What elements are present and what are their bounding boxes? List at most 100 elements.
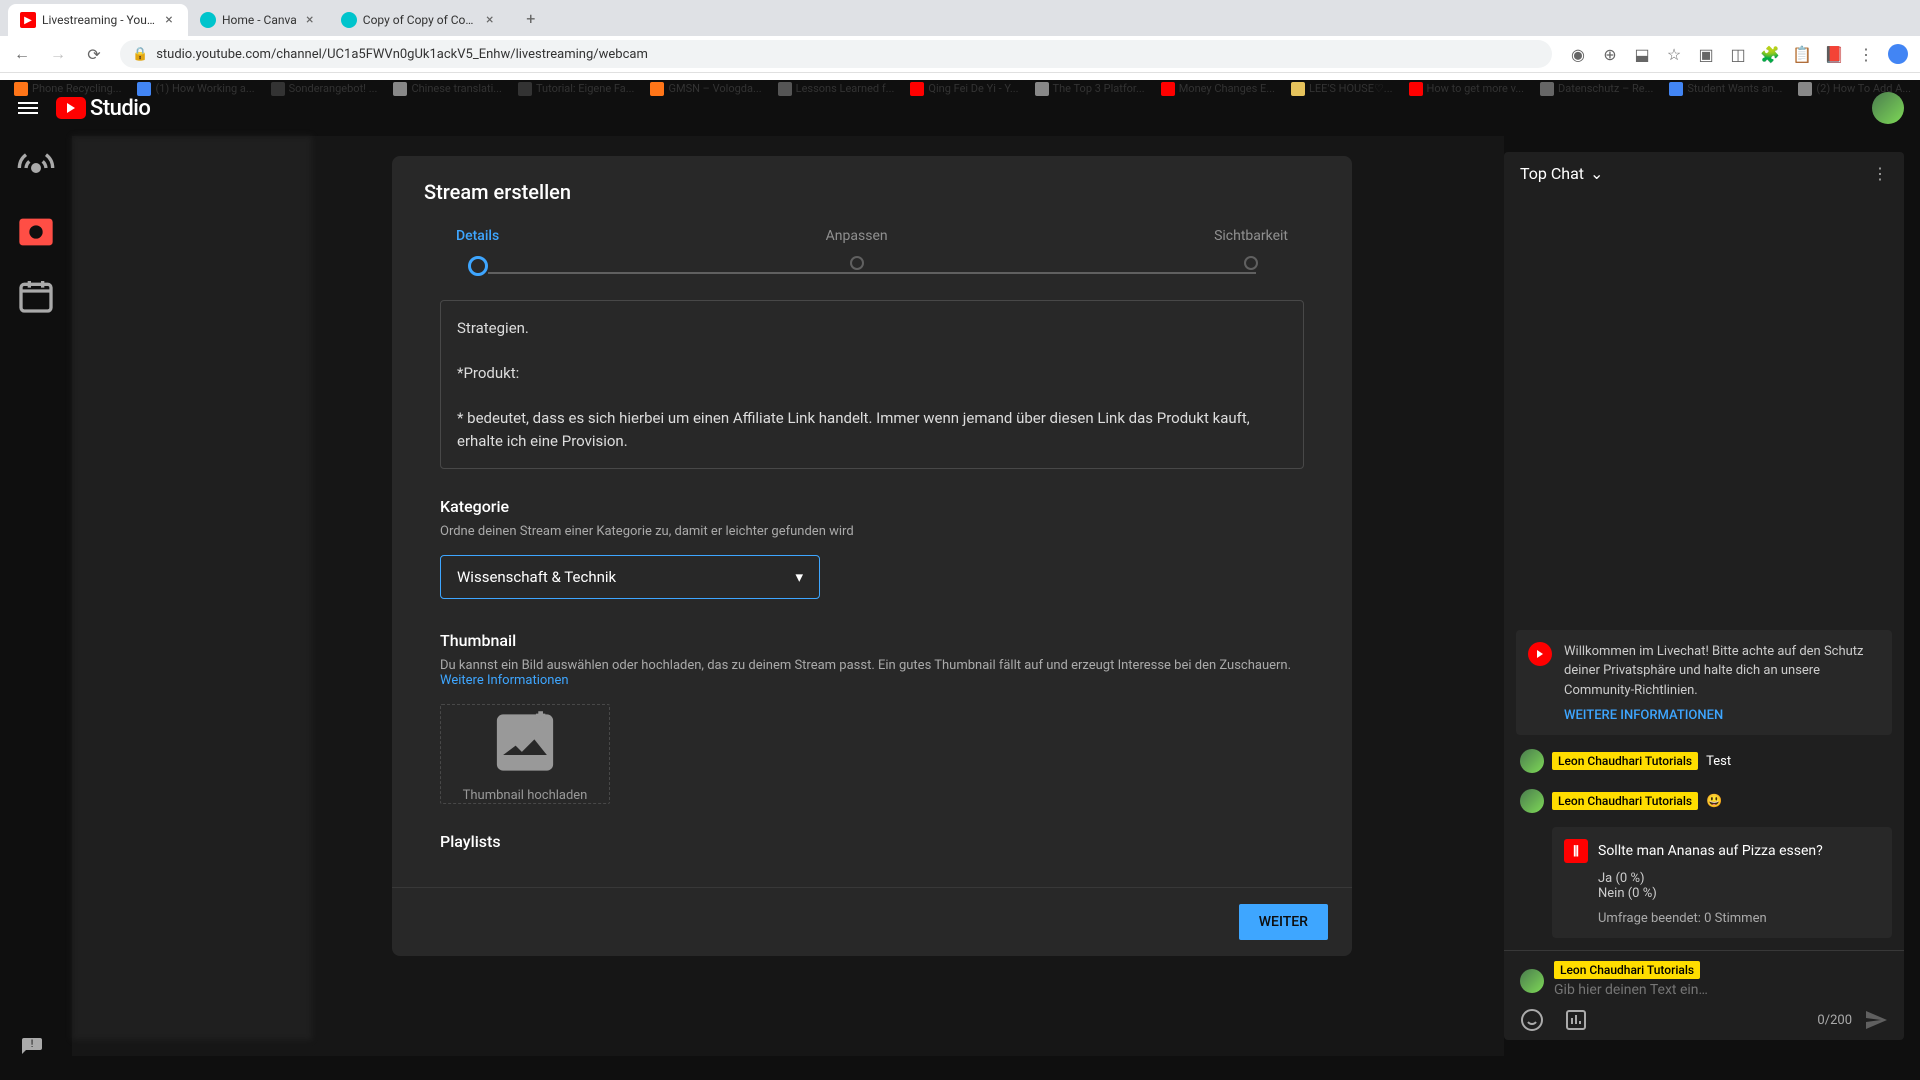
- step-dot: [1244, 256, 1258, 270]
- modal-title: Stream erstellen: [424, 180, 1320, 204]
- chat-message: Leon Chaudhari Tutorials Test: [1516, 747, 1892, 775]
- zoom-icon[interactable]: ⊕: [1600, 44, 1620, 64]
- chat-title: Top Chat: [1520, 164, 1584, 183]
- desc-line: Strategien.: [457, 317, 1287, 340]
- url-input[interactable]: 🔒 studio.youtube.com/channel/UC1a5FWVn0g…: [120, 40, 1552, 68]
- tab-bar: ▶ Livestreaming - YouTube S × Home - Can…: [0, 0, 1920, 36]
- self-avatar[interactable]: [1520, 969, 1544, 993]
- tab[interactable]: Home - Canva ×: [188, 4, 329, 36]
- more-info-link[interactable]: WEITERE INFORMATIONEN: [1564, 708, 1880, 723]
- chat-menu-icon[interactable]: ⋮: [1872, 164, 1888, 183]
- chat-author[interactable]: Leon Chaudhari Tutorials: [1552, 792, 1698, 810]
- url-text: studio.youtube.com/channel/UC1a5FWVn0gUk…: [156, 47, 648, 62]
- description-textarea[interactable]: Strategien. *Produkt: * bedeutet, dass e…: [440, 300, 1304, 469]
- image-upload-icon: [441, 705, 609, 780]
- step-dot: [850, 256, 864, 270]
- feedback-icon[interactable]: !: [20, 1036, 44, 1064]
- profile-icon[interactable]: [1888, 44, 1908, 64]
- webcam-icon[interactable]: [16, 212, 56, 252]
- address-bar: ← → ⟳ 🔒 studio.youtube.com/channel/UC1a5…: [0, 36, 1920, 72]
- thumbnail-upload[interactable]: Thumbnail hochladen: [440, 704, 610, 804]
- select-value: Wissenschaft & Technik: [457, 568, 616, 586]
- extension-icon[interactable]: ▣: [1696, 44, 1716, 64]
- category-select[interactable]: Wissenschaft & Technik ▾: [440, 555, 820, 599]
- chat-avatar[interactable]: [1520, 789, 1544, 813]
- poll-ended: Umfrage beendet: 0 Stimmen: [1598, 911, 1880, 926]
- youtube-icon: [1528, 642, 1552, 666]
- tab-title: Home - Canva: [222, 13, 297, 27]
- back-button[interactable]: ←: [12, 44, 32, 64]
- svg-text:!: !: [31, 1039, 34, 1050]
- close-icon[interactable]: ×: [303, 13, 317, 27]
- extension-icon[interactable]: ◫: [1728, 44, 1748, 64]
- create-stream-modal: Stream erstellen Details Anpassen: [392, 156, 1352, 956]
- tab-title: Copy of Copy of Copy of Cop: [363, 13, 477, 27]
- playlists-title: Playlists: [440, 832, 1304, 851]
- chat-message: Leon Chaudhari Tutorials 😃: [1516, 787, 1892, 815]
- hamburger-menu[interactable]: [16, 96, 40, 120]
- stream-icon[interactable]: [16, 148, 56, 188]
- new-tab-button[interactable]: +: [517, 4, 545, 32]
- yt-header: Studio: [0, 80, 1920, 136]
- next-button[interactable]: WEITER: [1239, 904, 1328, 940]
- lock-icon: 🔒: [132, 47, 148, 62]
- chat-text: Test: [1706, 754, 1731, 769]
- calendar-icon[interactable]: [16, 276, 56, 316]
- tab-active[interactable]: ▶ Livestreaming - YouTube S ×: [8, 4, 188, 36]
- poll-option: Ja (0 %): [1598, 871, 1880, 886]
- youtube-favicon: ▶: [20, 12, 36, 28]
- chat-avatar[interactable]: [1520, 749, 1544, 773]
- sidebar: [0, 136, 72, 1056]
- desc-line: * bedeutet, dass es sich hierbei um eine…: [457, 407, 1287, 452]
- emoji-icon[interactable]: [1520, 1008, 1544, 1032]
- step-details[interactable]: Details: [456, 228, 499, 276]
- youtube-studio-logo[interactable]: Studio: [56, 96, 150, 121]
- welcome-message: Willkommen im Livechat! Bitte achte auf …: [1516, 630, 1892, 736]
- chat-author[interactable]: Leon Chaudhari Tutorials: [1552, 752, 1698, 770]
- browser-chrome: ▶ Livestreaming - YouTube S × Home - Can…: [0, 0, 1920, 80]
- more-info-link[interactable]: Weitere Informationen: [440, 673, 569, 688]
- step-customize[interactable]: Anpassen: [826, 228, 888, 276]
- user-avatar[interactable]: [1872, 92, 1904, 124]
- poll-icon: ⫼: [1564, 839, 1588, 863]
- poll-icon[interactable]: [1564, 1008, 1588, 1032]
- step-visibility[interactable]: Sichtbarkeit: [1214, 228, 1288, 276]
- tab[interactable]: Copy of Copy of Copy of Cop ×: [329, 4, 509, 36]
- tab-title: Livestreaming - YouTube S: [42, 13, 156, 27]
- chat-panel: Top Chat ⌄ ⋮ Willkommen im Livechat! Bit…: [1504, 152, 1904, 1040]
- char-count: 0/200: [1817, 1013, 1852, 1028]
- youtube-icon: [56, 97, 86, 119]
- upload-label: Thumbnail hochladen: [463, 788, 588, 803]
- canva-favicon: [200, 12, 216, 28]
- reload-button[interactable]: ⟳: [84, 44, 104, 64]
- poll-message: ⫼ Sollte man Ananas auf Pizza essen? Ja …: [1552, 827, 1892, 938]
- youtube-studio-app: Studio ! Stream e: [0, 80, 1920, 1056]
- poll-option: Nein (0 %): [1598, 886, 1880, 901]
- chevron-down-icon: ▾: [795, 568, 803, 586]
- menu-icon[interactable]: ⋮: [1856, 44, 1876, 64]
- step-label: Details: [456, 228, 499, 244]
- chevron-down-icon: ⌄: [1590, 164, 1603, 183]
- category-title: Kategorie: [440, 497, 1304, 516]
- thumbnail-subtitle: Du kannst ein Bild auswählen oder hochla…: [440, 658, 1304, 688]
- install-icon[interactable]: ⬓: [1632, 44, 1652, 64]
- forward-button[interactable]: →: [48, 44, 68, 64]
- close-icon[interactable]: ×: [162, 13, 176, 27]
- canva-favicon: [341, 12, 357, 28]
- close-icon[interactable]: ×: [483, 13, 497, 27]
- extension-icon[interactable]: 📕: [1824, 44, 1844, 64]
- chat-mode-selector[interactable]: Top Chat ⌄: [1520, 164, 1603, 183]
- puzzle-icon[interactable]: 🧩: [1760, 44, 1780, 64]
- extension-icon[interactable]: ◉: [1568, 44, 1588, 64]
- category-subtitle: Ordne deinen Stream einer Kategorie zu, …: [440, 524, 1304, 539]
- chat-emoji: 😃: [1706, 794, 1722, 809]
- step-label: Anpassen: [826, 228, 888, 244]
- star-icon[interactable]: ☆: [1664, 44, 1684, 64]
- thumbnail-title: Thumbnail: [440, 631, 1304, 650]
- step-dot: [468, 256, 488, 276]
- logo-text: Studio: [90, 96, 150, 121]
- send-icon[interactable]: [1864, 1008, 1888, 1032]
- chat-input[interactable]: [1554, 978, 1732, 1002]
- extension-icon[interactable]: 📋: [1792, 44, 1812, 64]
- step-label: Sichtbarkeit: [1214, 228, 1288, 244]
